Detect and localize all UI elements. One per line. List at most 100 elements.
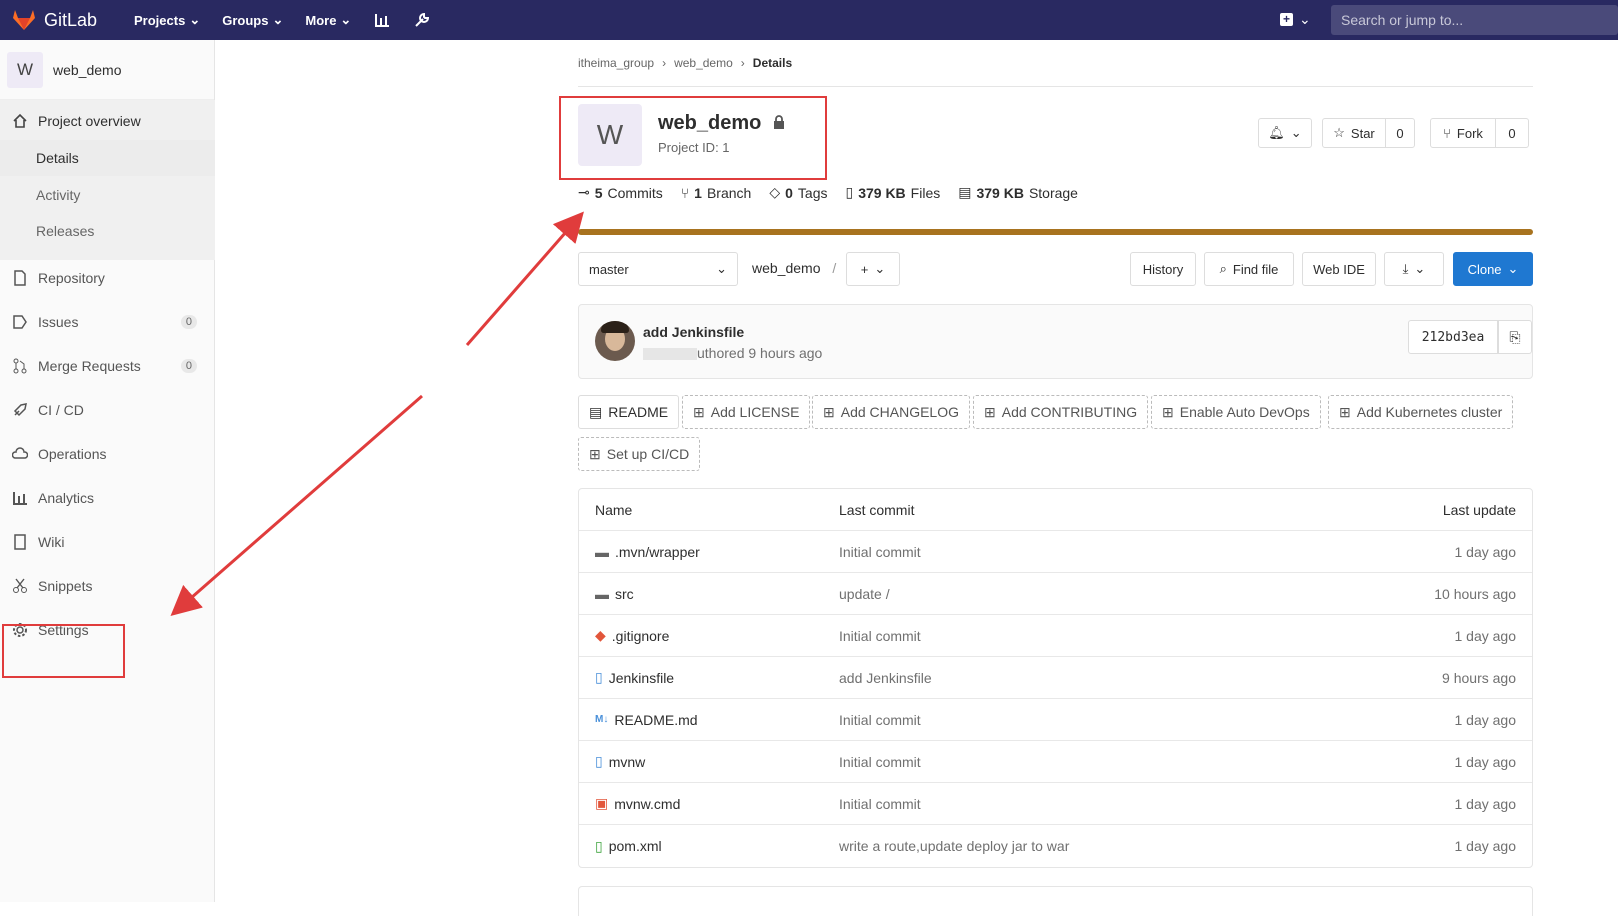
commit-message[interactable]: add Jenkinsfile xyxy=(839,670,932,686)
nav-projects[interactable]: Projects ⌄ xyxy=(134,12,200,28)
star-button[interactable]: ☆ Star xyxy=(1322,118,1386,148)
file-name[interactable]: Jenkinsfile xyxy=(609,670,674,686)
add-kubernetes-cluster-button[interactable]: ⊞ Add Kubernetes cluster xyxy=(1328,395,1514,429)
tags-stat[interactable]: ◇ 0 Tags xyxy=(769,184,827,201)
file-name[interactable]: pom.xml xyxy=(609,838,662,854)
update-time: 1 day ago xyxy=(1454,711,1517,728)
commit-sha[interactable]: 212bd3ea xyxy=(1408,320,1498,354)
find-file-button[interactable]: ⌕ Find file xyxy=(1204,252,1294,286)
sidebar-item-merge-requests[interactable]: Merge Requests 0 xyxy=(0,348,215,384)
files-stat: ▯ 379 KB Files xyxy=(845,184,941,201)
notification-dropdown[interactable]: 🔔︎ ⌄ xyxy=(1258,118,1312,148)
terminal-icon: ▣ xyxy=(595,795,609,811)
table-row[interactable]: ▯ pom.xml write a route,update deploy jar… xyxy=(579,825,1532,867)
chevron-right-icon: › xyxy=(740,56,745,70)
sidebar-item-repository[interactable]: Repository xyxy=(0,260,215,296)
add-contributing-button[interactable]: ⊞ Add CONTRIBUTING xyxy=(973,395,1149,429)
rocket-icon xyxy=(12,402,28,418)
copy-sha-button[interactable]: ⎘ xyxy=(1498,320,1532,354)
commit-message[interactable]: update / xyxy=(839,586,890,602)
sidebar-project-header[interactable]: W web_demo xyxy=(0,40,214,100)
sidebar-item-project-overview[interactable]: Project overview xyxy=(0,103,215,139)
gitlab-logo[interactable]: GitLab xyxy=(12,9,112,31)
file-name[interactable]: mvnw xyxy=(609,754,646,770)
table-row[interactable]: ◆ .gitignore Initial commit 1 day ago xyxy=(579,615,1532,657)
file-name[interactable]: .gitignore xyxy=(612,628,670,644)
search-input[interactable]: Search or jump to... xyxy=(1331,5,1618,35)
plus-icon: + xyxy=(860,261,869,277)
tag-icon: ◇ xyxy=(769,184,781,200)
commit-message[interactable]: Initial commit xyxy=(839,796,921,812)
fork-button[interactable]: ⑂ Fork xyxy=(1430,118,1496,148)
nav-groups[interactable]: Groups ⌄ xyxy=(222,12,283,28)
add-to-tree-dropdown[interactable]: + ⌄ xyxy=(846,252,900,286)
folder-icon: ▬ xyxy=(595,543,609,560)
nav-more[interactable]: More ⌄ xyxy=(305,12,351,28)
sidebar-item-operations[interactable]: Operations xyxy=(0,436,215,472)
document-icon xyxy=(12,270,28,286)
sidebar-subitem-activity[interactable]: Activity xyxy=(0,177,215,213)
sidebar-item-ci-cd[interactable]: CI / CD xyxy=(0,392,215,428)
new-dropdown[interactable]: + ⌄ xyxy=(1280,11,1311,28)
download-dropdown[interactable]: ⤓ ⌄ xyxy=(1384,252,1444,286)
file-name[interactable]: src xyxy=(615,586,634,602)
table-row[interactable]: ▬ .mvn/wrapper Initial commit 1 day ago xyxy=(579,531,1532,573)
folder-icon: ▬ xyxy=(595,585,609,602)
top-navbar: GitLab Projects ⌄ Groups ⌄ More ⌄ + ⌄ Searc… xyxy=(0,0,1618,40)
home-icon xyxy=(12,113,28,129)
markdown-icon: M↓ xyxy=(595,714,609,725)
table-row[interactable]: ▯ mvnw Initial commit 1 day ago xyxy=(579,741,1532,783)
setup-ci-cd-button[interactable]: ⊞ Set up CI/CD xyxy=(578,437,701,471)
file-text-icon: ▤ xyxy=(589,403,603,420)
plus-square-icon: ⊞ xyxy=(984,403,996,420)
sidebar-subitem-details[interactable]: Details xyxy=(0,140,215,176)
sidebar-subitem-releases[interactable]: Releases xyxy=(0,213,215,249)
fork-count[interactable]: 0 xyxy=(1495,118,1529,148)
branch-select[interactable]: master ⌄ xyxy=(578,252,738,286)
admin-wrench-icon[interactable] xyxy=(413,11,431,29)
commit-message[interactable]: Initial commit xyxy=(839,754,921,770)
add-license-button[interactable]: ⊞ Add LICENSE xyxy=(682,395,811,429)
file-name[interactable]: README.md xyxy=(614,712,697,728)
commit-title[interactable]: add Jenkinsfile xyxy=(643,324,744,340)
chevron-down-icon: ⌄ xyxy=(1507,261,1519,276)
commit-meta: uthored 9 hours ago xyxy=(643,345,822,361)
table-row[interactable]: ▬ src update / 10 hours ago xyxy=(579,573,1532,615)
repo-path[interactable]: web_demo / xyxy=(752,260,836,276)
clone-button[interactable]: Clone ⌄ xyxy=(1453,252,1533,286)
file-name[interactable]: .mvn/wrapper xyxy=(615,544,700,560)
sidebar-item-issues[interactable]: Issues 0 xyxy=(0,304,215,340)
sidebar-item-analytics[interactable]: Analytics xyxy=(0,480,215,516)
enable-auto-devops-button[interactable]: ⊞ Enable Auto DevOps xyxy=(1151,395,1321,429)
commit-message[interactable]: write a route,update deploy jar to war xyxy=(839,838,1069,854)
readme-button[interactable]: ▤ README xyxy=(578,395,680,429)
chevron-down-icon: ⌄ xyxy=(189,12,201,27)
chevron-down-icon: ⌄ xyxy=(1414,261,1426,276)
breadcrumb-project[interactable]: web_demo xyxy=(674,56,733,70)
branches-stat[interactable]: ⑂ 1 Branch xyxy=(681,185,752,201)
table-row[interactable]: ▣ mvnw.cmd Initial commit 1 day ago xyxy=(579,783,1532,825)
add-changelog-button[interactable]: ⊞ Add CHANGELOG xyxy=(812,395,970,429)
file-tree-table: Name Last commit Last update ▬ .mvn/wrapp… xyxy=(578,488,1533,868)
commits-stat[interactable]: ⊸ 5 Commits xyxy=(578,184,663,201)
commit-message[interactable]: Initial commit xyxy=(839,628,921,644)
web-ide-button[interactable]: Web IDE xyxy=(1302,252,1376,286)
branch-icon: ⑂ xyxy=(680,184,690,201)
fork-icon: ⑂ xyxy=(1443,125,1451,141)
author-avatar[interactable] xyxy=(595,321,635,361)
table-row[interactable]: M↓ README.md Initial commit 1 day ago xyxy=(579,699,1532,741)
col-name: Name xyxy=(595,501,633,518)
file-name[interactable]: mvnw.cmd xyxy=(614,796,680,812)
table-row[interactable]: ▯ Jenkinsfile add Jenkinsfile 9 hours ago xyxy=(579,657,1532,699)
activity-chart-icon[interactable] xyxy=(373,11,391,29)
commit-message[interactable]: Initial commit xyxy=(839,544,921,560)
sidebar-item-wiki[interactable]: Wiki xyxy=(0,524,215,560)
file-icon: ▯ xyxy=(845,184,854,200)
breadcrumb-group[interactable]: itheima_group xyxy=(578,56,654,70)
star-count[interactable]: 0 xyxy=(1385,118,1415,148)
update-time: 1 day ago xyxy=(1454,795,1517,812)
commit-message[interactable]: Initial commit xyxy=(839,712,921,728)
history-button[interactable]: History xyxy=(1130,252,1196,286)
sidebar-item-snippets[interactable]: Snippets xyxy=(0,568,215,604)
project-title-highlight-box xyxy=(559,96,827,180)
